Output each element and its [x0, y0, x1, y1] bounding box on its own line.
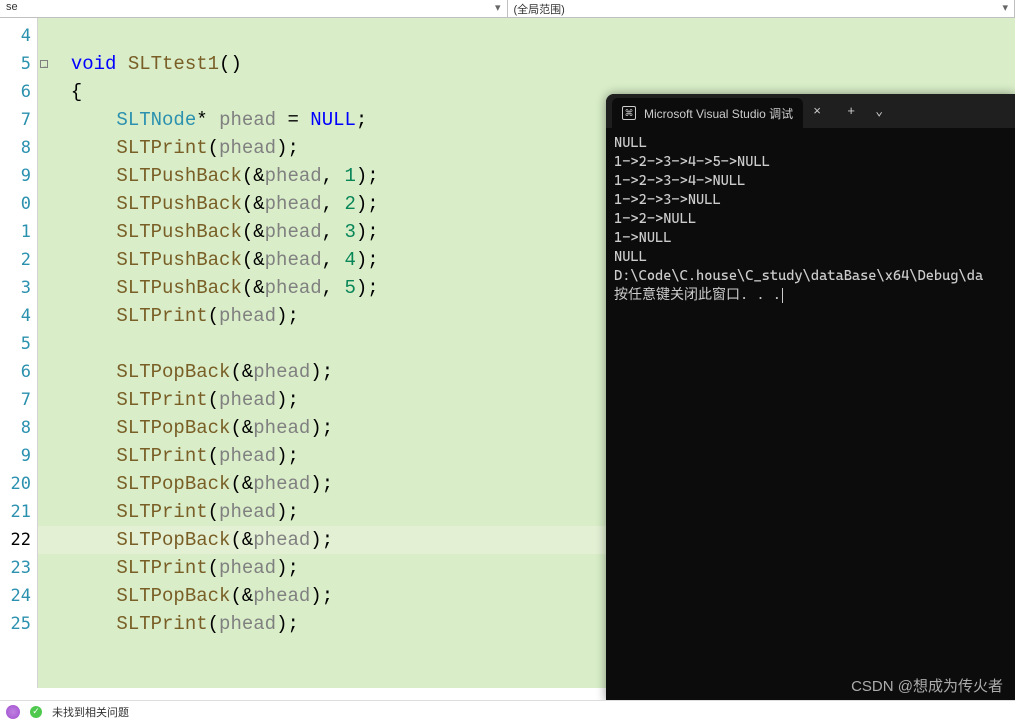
- line-number: 4: [0, 302, 37, 330]
- line-number: 4: [0, 22, 37, 50]
- terminal-line: 1->2->NULL: [614, 210, 1007, 229]
- line-number: 9: [0, 442, 37, 470]
- terminal-icon: ⌘: [622, 106, 636, 120]
- line-number: 6: [0, 358, 37, 386]
- line-number: 21: [0, 498, 37, 526]
- terminal-tab[interactable]: ⌘ Microsoft Visual Studio 调试: [612, 98, 803, 128]
- line-number: 1: [0, 218, 37, 246]
- cursor-icon: [782, 288, 783, 303]
- line-number: 23: [0, 554, 37, 582]
- line-number: 8: [0, 134, 37, 162]
- terminal-line: D:\Code\C.house\C_study\dataBase\x64\Deb…: [614, 267, 1007, 286]
- new-tab-button[interactable]: +: [837, 94, 865, 128]
- terminal-line: 1->NULL: [614, 229, 1007, 248]
- terminal-line: 按任意键关闭此窗口. . .: [614, 286, 1007, 305]
- tab-dropdown-button[interactable]: ⌄: [865, 94, 893, 128]
- terminal-line: 1->2->3->NULL: [614, 191, 1007, 210]
- scope-dropdown-right[interactable]: (全局范围): [508, 0, 1015, 17]
- terminal-line: NULL: [614, 248, 1007, 267]
- copilot-icon[interactable]: [6, 705, 20, 719]
- line-number: 0: [0, 190, 37, 218]
- check-icon: ✓: [30, 706, 42, 718]
- terminal-line: 1->2->3->4->NULL: [614, 172, 1007, 191]
- line-number: 3: [0, 274, 37, 302]
- status-bar: ✓ 未找到相关问题: [0, 700, 1015, 722]
- line-number: 5: [0, 330, 37, 358]
- collapse-icon[interactable]: [40, 60, 48, 68]
- line-number: 5: [0, 50, 37, 78]
- line-number: 6: [0, 78, 37, 106]
- line-number: 7: [0, 106, 37, 134]
- terminal-output[interactable]: NULL1->2->3->4->5->NULL1->2->3->4->NULL1…: [606, 128, 1015, 702]
- terminal-line: 1->2->3->4->5->NULL: [614, 153, 1007, 172]
- status-no-issues: 未找到相关问题: [52, 704, 129, 720]
- dropdown-bar: se (全局范围): [0, 0, 1015, 18]
- code-line[interactable]: void SLTtest1(): [38, 50, 1015, 78]
- terminal-line: NULL: [614, 134, 1007, 153]
- terminal-tab-title: Microsoft Visual Studio 调试: [644, 105, 793, 122]
- line-number: 8: [0, 414, 37, 442]
- line-number: 9: [0, 162, 37, 190]
- code-line[interactable]: [38, 22, 1015, 50]
- line-number: 2: [0, 246, 37, 274]
- scope-dropdown-left[interactable]: se: [0, 0, 508, 17]
- line-number: 20: [0, 470, 37, 498]
- line-number: 25: [0, 610, 37, 638]
- line-number: 24: [0, 582, 37, 610]
- line-number: 7: [0, 386, 37, 414]
- terminal-titlebar: ⌘ Microsoft Visual Studio 调试 × + ⌄: [606, 94, 1015, 128]
- line-number-gutter: 4567890123456789202122232425: [0, 18, 38, 688]
- watermark: CSDN @想成为传火者: [851, 675, 1003, 696]
- close-tab-button[interactable]: ×: [803, 94, 831, 128]
- line-number: 22: [0, 526, 37, 554]
- terminal-window: ⌘ Microsoft Visual Studio 调试 × + ⌄ NULL1…: [606, 94, 1015, 702]
